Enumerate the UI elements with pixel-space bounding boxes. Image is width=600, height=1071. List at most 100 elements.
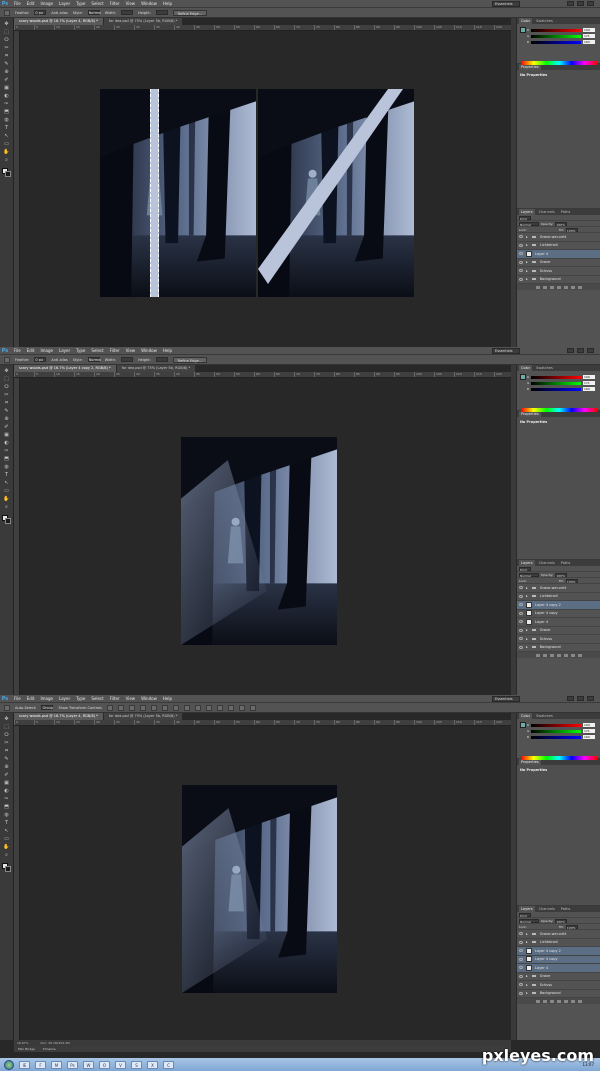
menu-item-type[interactable]: Type: [76, 348, 85, 353]
align-distribute-icon[interactable]: [217, 704, 223, 711]
canvas-area[interactable]: [20, 378, 511, 695]
close-button[interactable]: [587, 696, 594, 701]
blur-tool-icon[interactable]: ◍: [3, 118, 10, 123]
close-button[interactable]: [587, 1, 594, 6]
stamp-tool-icon[interactable]: ▣: [3, 433, 10, 438]
align-distribute-icon[interactable]: [195, 704, 201, 711]
background-color[interactable]: [5, 171, 11, 177]
menu-item-edit[interactable]: Edit: [27, 696, 35, 701]
color-b-slider[interactable]: [531, 736, 581, 739]
visibility-eye-icon[interactable]: [519, 983, 523, 987]
group-icon[interactable]: [563, 285, 568, 289]
history-brush-tool-icon[interactable]: ◐: [3, 94, 10, 99]
expand-arrow-icon[interactable]: ▸: [526, 983, 528, 987]
visibility-eye-icon[interactable]: [519, 957, 523, 961]
move-tool-icon[interactable]: ✥: [3, 717, 10, 722]
quick-select-tool-icon[interactable]: ✂: [3, 741, 10, 746]
fill-input[interactable]: 100%: [565, 227, 578, 233]
expand-arrow-icon[interactable]: ▸: [526, 991, 528, 995]
color-swatches[interactable]: [2, 515, 11, 524]
opacity-input[interactable]: 100%: [555, 918, 568, 924]
document-tab[interactable]: for dea.psd @ 75% (Layer 5b, RGB/8) *: [116, 365, 197, 372]
visibility-eye-icon[interactable]: [519, 235, 523, 239]
layer-name[interactable]: Layer 4 copy: [535, 611, 558, 615]
expand-arrow-icon[interactable]: ▸: [526, 277, 528, 281]
group-icon[interactable]: [563, 999, 568, 1003]
layer-name[interactable]: Grave: [540, 974, 551, 978]
visibility-eye-icon[interactable]: [519, 277, 523, 281]
layer-row[interactable]: ▸ Lichteinall: [517, 939, 600, 947]
zoom-level[interactable]: 16.67%: [17, 1041, 28, 1045]
color-g-slider[interactable]: [531, 730, 581, 733]
link-icon[interactable]: [535, 999, 540, 1003]
tool-preset-icon[interactable]: [4, 704, 10, 711]
width-input[interactable]: [121, 357, 134, 362]
blend-mode-select[interactable]: Normal: [519, 221, 539, 227]
visibility-eye-icon[interactable]: [519, 586, 523, 590]
layer-name[interactable]: Layer 4 copy: [535, 957, 558, 961]
expand-arrow-icon[interactable]: ▸: [526, 974, 528, 978]
history-brush-tool-icon[interactable]: ◐: [3, 441, 10, 446]
visibility-eye-icon[interactable]: [519, 269, 523, 273]
layer-row[interactable]: ▸ Lichteinall: [517, 593, 600, 601]
zoom-tool-icon[interactable]: ⌕: [3, 505, 10, 510]
mask-icon[interactable]: [549, 285, 554, 289]
layer-name[interactable]: Lichteinall: [540, 243, 558, 247]
menu-item-help[interactable]: Help: [163, 348, 172, 353]
layer-name[interactable]: Grave-wer-nett: [540, 235, 566, 239]
hand-tool-icon[interactable]: ✋: [3, 497, 10, 502]
blend-mode-select[interactable]: Normal: [519, 572, 539, 578]
layer-name[interactable]: Lichteinall: [540, 594, 558, 598]
color-r-slider[interactable]: [531, 724, 581, 727]
style-select[interactable]: Normal: [87, 357, 101, 362]
expand-arrow-icon[interactable]: ▸: [526, 269, 528, 273]
visibility-eye-icon[interactable]: [519, 260, 523, 264]
eraser-tool-icon[interactable]: ✑: [3, 102, 10, 107]
align-distribute-icon[interactable]: [250, 704, 256, 711]
blend-mode-select[interactable]: Normal: [519, 918, 539, 924]
layer-name[interactable]: Layer 4: [535, 252, 548, 256]
path-select-tool-icon[interactable]: ↖: [3, 134, 10, 139]
healing-tool-icon[interactable]: ⊕: [3, 765, 10, 770]
mask-icon[interactable]: [549, 999, 554, 1003]
adjustment-icon[interactable]: [556, 653, 561, 657]
taskbar-app-icon[interactable]: IE: [19, 1060, 30, 1069]
link-icon[interactable]: [535, 653, 540, 657]
layer-name[interactable]: Grave: [540, 260, 551, 264]
expand-arrow-icon[interactable]: ▸: [526, 260, 528, 264]
minimize-button[interactable]: [567, 696, 574, 701]
taskbar-app-icon[interactable]: X: [147, 1060, 158, 1069]
menu-item-window[interactable]: Window: [141, 348, 157, 353]
menu-item-edit[interactable]: Edit: [27, 1, 35, 6]
align-distribute-icon[interactable]: [140, 704, 146, 711]
background-color[interactable]: [5, 518, 11, 524]
menu-item-image[interactable]: Image: [40, 1, 53, 6]
color-r-value[interactable]: 109: [583, 723, 595, 727]
color-preview[interactable]: [520, 27, 526, 33]
shape-tool-icon[interactable]: ▭: [3, 142, 10, 147]
layer-row[interactable]: ▸ Schuss: [517, 267, 600, 276]
document-tab[interactable]: for dea.psd @ 75% (Layer 5b, RGB/8) *: [103, 18, 184, 25]
document-tab[interactable]: for dea.psd @ 75% (Layer 5b, RGB/8) *: [103, 713, 184, 720]
taskbar-app-icon[interactable]: O: [99, 1060, 110, 1069]
crop-tool-icon[interactable]: ⌗: [3, 401, 10, 406]
refine-edge-button[interactable]: Refine Edge...: [172, 9, 208, 16]
shape-tool-icon[interactable]: ▭: [3, 837, 10, 842]
fill-input[interactable]: 100%: [565, 578, 578, 584]
move-tool-icon[interactable]: ✥: [3, 22, 10, 27]
visibility-eye-icon[interactable]: [519, 966, 523, 970]
menu-item-image[interactable]: Image: [40, 348, 53, 353]
document-image-copy[interactable]: [258, 89, 414, 297]
color-b-slider[interactable]: [531, 388, 581, 391]
kind-filter-select[interactable]: Kind: [519, 566, 531, 572]
stamp-tool-icon[interactable]: ▣: [3, 86, 10, 91]
marquee-tool-icon[interactable]: ⬚: [3, 725, 10, 730]
gradient-tool-icon[interactable]: ⬒: [3, 805, 10, 810]
menu-item-window[interactable]: Window: [141, 696, 157, 701]
layer-row[interactable]: Layer 4 copy: [517, 955, 600, 964]
align-distribute-icon[interactable]: [118, 704, 124, 711]
visibility-eye-icon[interactable]: [519, 637, 523, 641]
document-tab[interactable]: scary woods.psd @ 16.7% (Layer 4, RGB/8)…: [14, 713, 104, 720]
menu-item-filter[interactable]: Filter: [110, 348, 120, 353]
blur-tool-icon[interactable]: ◍: [3, 465, 10, 470]
